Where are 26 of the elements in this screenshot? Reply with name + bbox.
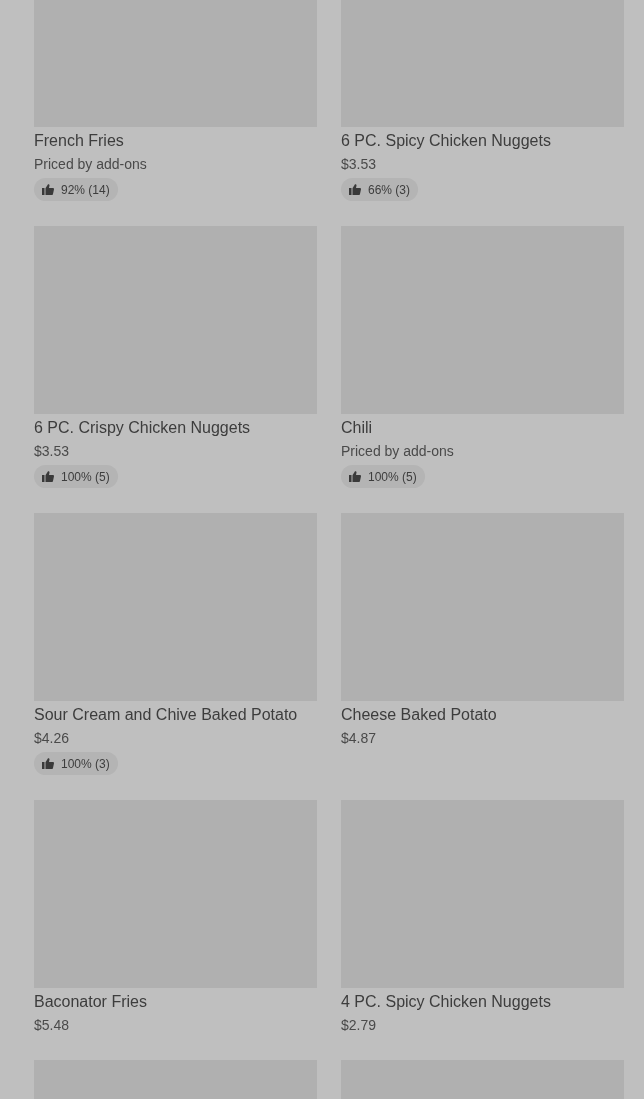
item-name[interactable]: Baconator Fries bbox=[34, 991, 147, 1013]
item-price: $3.53 bbox=[34, 442, 70, 461]
item-name[interactable]: Sour Cream and Chive Baked Potato bbox=[34, 704, 298, 726]
item-name[interactable]: 6 PC. Spicy Chicken Nuggets bbox=[341, 130, 551, 152]
item-price: $2.79 bbox=[341, 1016, 377, 1035]
thumbs-up-icon bbox=[42, 471, 54, 482]
item-name[interactable]: 4 PC. Spicy Chicken Nuggets bbox=[341, 991, 551, 1013]
rating-text: 100% (5) bbox=[368, 468, 417, 486]
thumbs-up-icon bbox=[349, 184, 361, 195]
item-price: $5.48 bbox=[34, 1016, 70, 1035]
item-price: $3.53 bbox=[341, 155, 377, 174]
rating-text: 100% (5) bbox=[61, 468, 110, 486]
item-name[interactable]: Cheese Baked Potato bbox=[341, 704, 497, 726]
thumbs-up-icon bbox=[42, 184, 54, 195]
item-name[interactable]: French Fries bbox=[34, 130, 124, 152]
thumbs-up-icon bbox=[42, 758, 54, 769]
rating-text: 66% (3) bbox=[368, 181, 411, 199]
item-name[interactable]: 6 PC. Crispy Chicken Nuggets bbox=[34, 417, 251, 439]
item-price: Priced by add-ons bbox=[341, 442, 454, 461]
rating-text: 100% (3) bbox=[61, 755, 110, 773]
rating-text: 92% (14) bbox=[61, 181, 110, 199]
item-price: $4.87 bbox=[341, 729, 377, 748]
item-price: Priced by add-ons bbox=[34, 155, 147, 174]
thumbs-up-icon bbox=[349, 471, 361, 482]
item-price: $4.26 bbox=[34, 729, 70, 748]
item-name[interactable]: Chili bbox=[341, 417, 373, 439]
